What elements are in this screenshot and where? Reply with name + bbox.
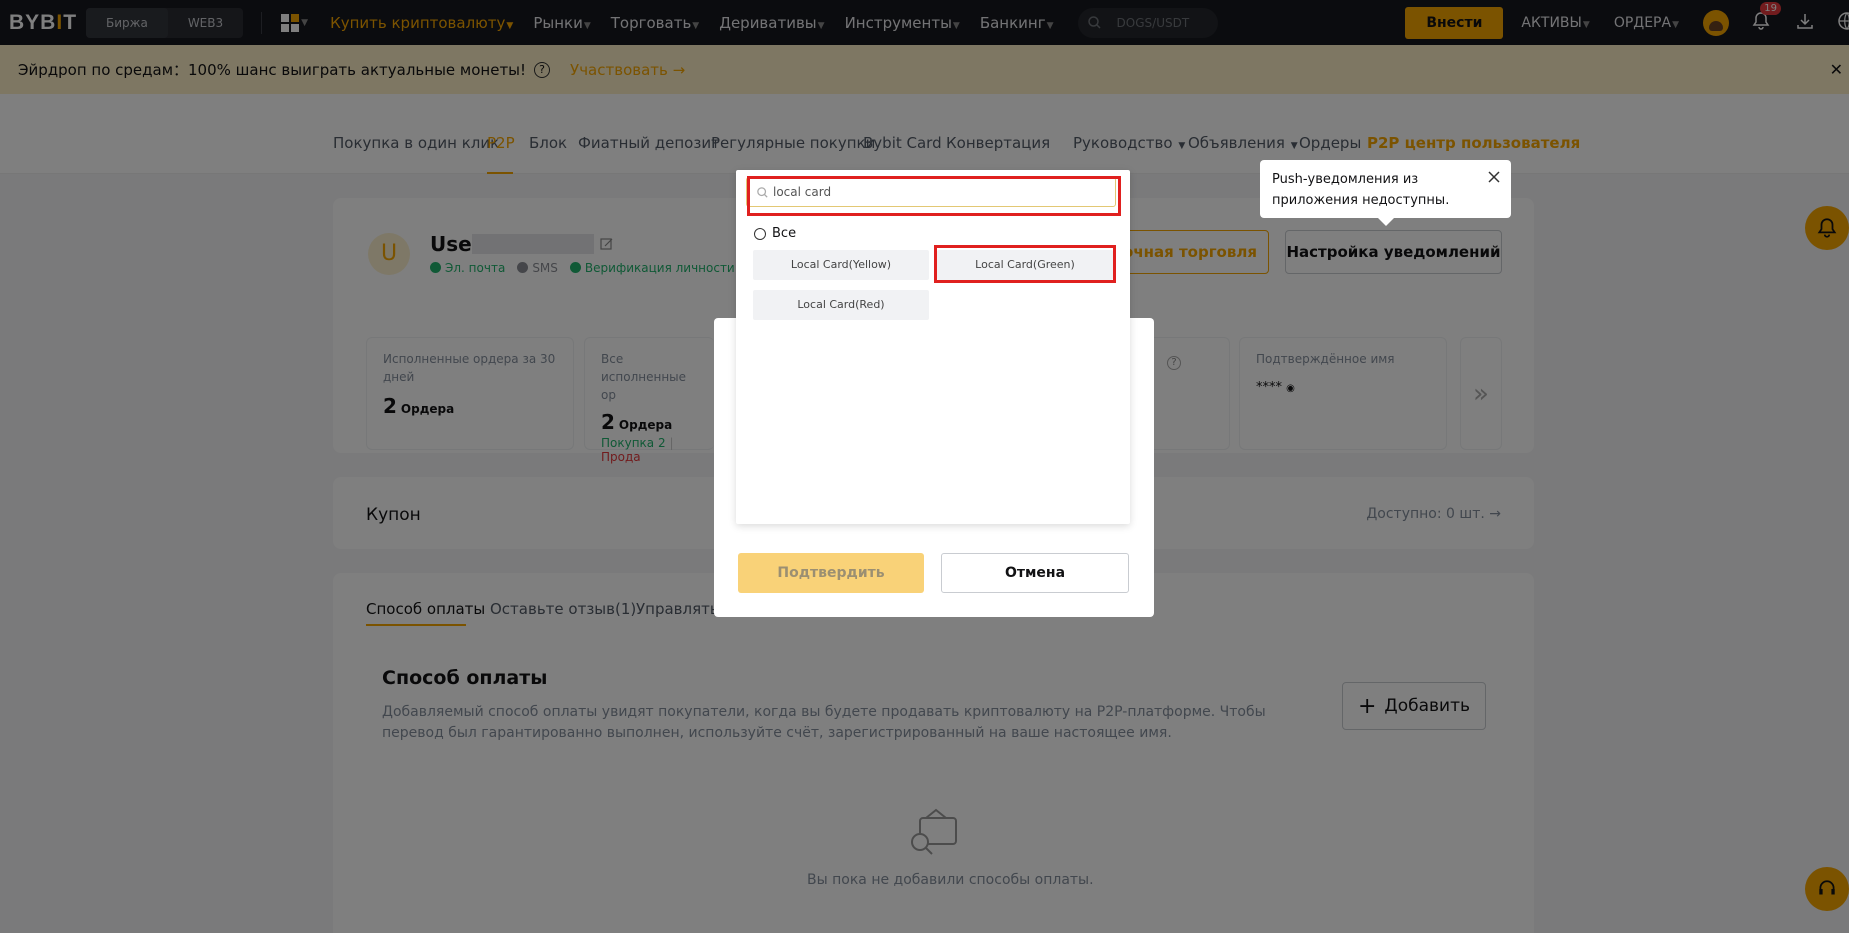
highlight-box [747, 176, 1121, 216]
payment-type-dropdown: local card Все Local Card(Yellow) Local … [736, 170, 1130, 524]
highlight-box [934, 245, 1116, 283]
radio-circle-icon [754, 227, 766, 240]
confirm-button[interactable]: Подтвердить [738, 553, 924, 593]
close-icon[interactable] [1487, 170, 1501, 191]
tooltip-text: Push-уведомления из приложения недоступн… [1272, 172, 1450, 208]
option-local-card-red[interactable]: Local Card(Red) [753, 290, 929, 320]
all-label: Все [772, 226, 797, 241]
select-all-radio[interactable]: Все [754, 226, 796, 241]
option-local-card-yellow[interactable]: Local Card(Yellow) [753, 250, 929, 280]
push-unavailable-tooltip: Push-уведомления из приложения недоступн… [1260, 160, 1511, 226]
cancel-button[interactable]: Отмена [941, 553, 1129, 593]
